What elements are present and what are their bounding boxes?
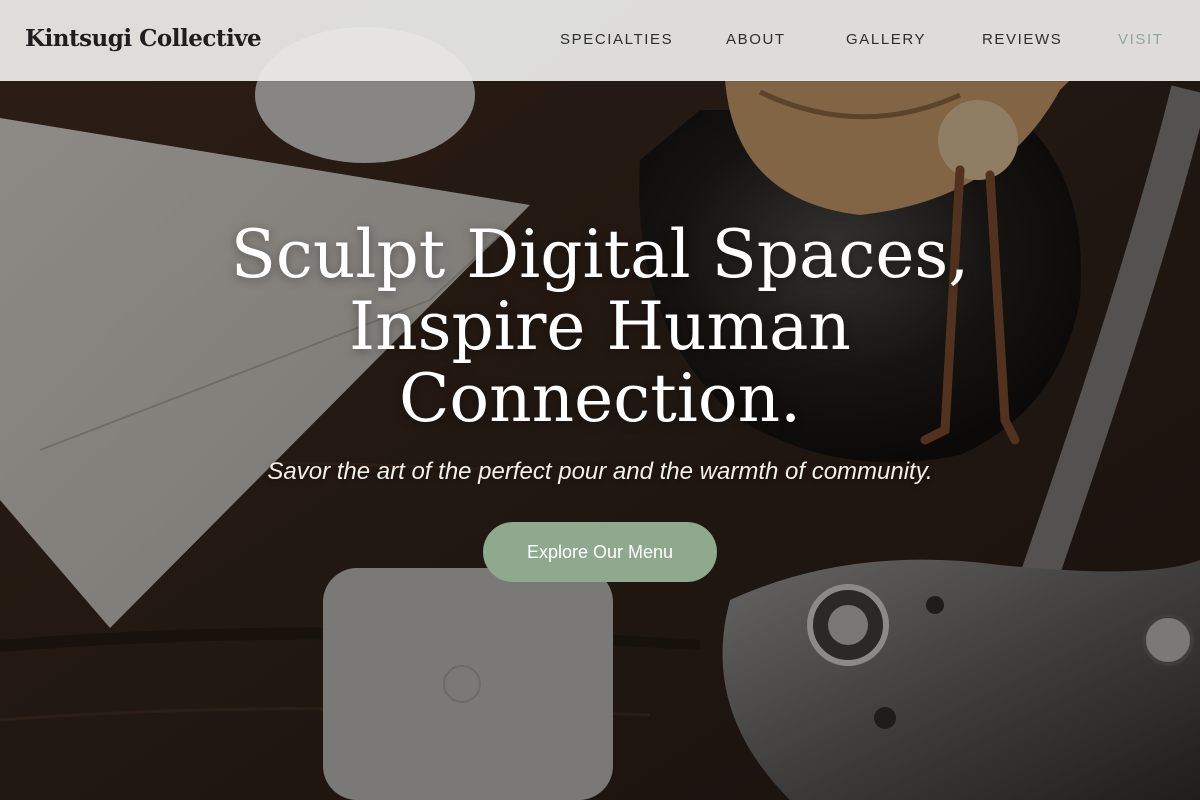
hero-section: Sculpt Digital Spaces, Inspire Human Con… (0, 0, 1200, 800)
site-logo[interactable]: Kintsugi Collective (25, 25, 262, 52)
nav-link-reviews[interactable]: REVIEWS (982, 31, 1062, 48)
hero-headline-line-3: Connection. (398, 360, 802, 437)
nav-link-specialties[interactable]: SPECIALTIES (560, 31, 673, 48)
hero-headline: Sculpt Digital Spaces, Inspire Human Con… (0, 219, 1200, 435)
hero-subtitle: Savor the art of the perfect pour and th… (267, 458, 933, 485)
nav-link-visit[interactable]: VISIT (1118, 31, 1164, 48)
explore-menu-button[interactable]: Explore Our Menu (483, 522, 717, 582)
hero-headline-line-2: Inspire Human (349, 288, 851, 365)
top-navigation-bar: Kintsugi Collective SPECIALTIES ABOUT GA… (0, 0, 1200, 81)
nav-link-about[interactable]: ABOUT (726, 31, 786, 48)
nav-link-gallery[interactable]: GALLERY (846, 31, 926, 48)
hero-headline-line-1: Sculpt Digital Spaces, (230, 216, 970, 293)
